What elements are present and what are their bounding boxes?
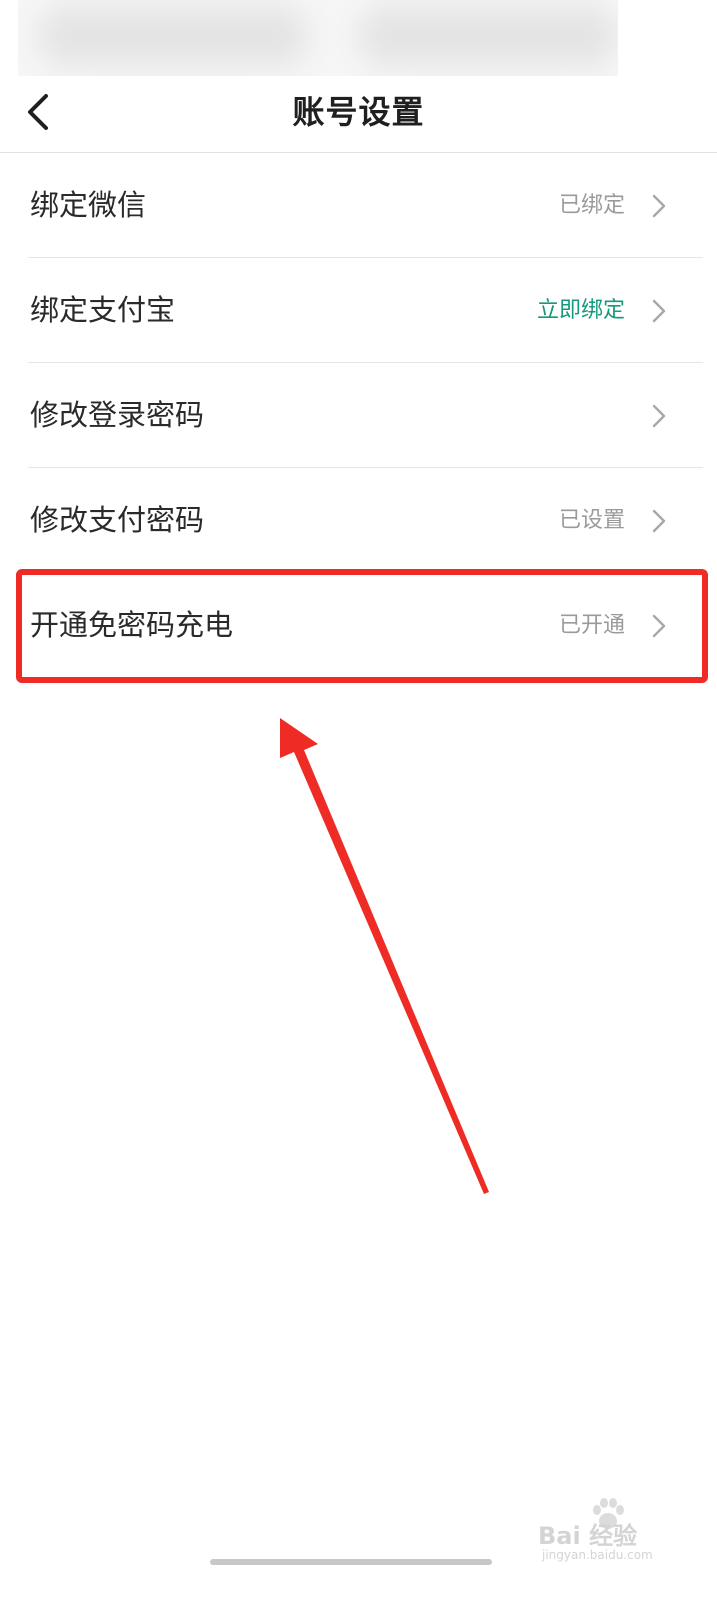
setting-row-change-login-password[interactable]: 修改登录密码 <box>0 363 717 468</box>
setting-status: 已设置 <box>558 508 625 533</box>
setting-label: 修改登录密码 <box>30 398 205 432</box>
watermark-url: jingyan.baidu.com <box>542 1548 653 1562</box>
chevron-right-icon <box>651 508 667 534</box>
annotation-arrow <box>270 710 500 1200</box>
setting-label: 开通免密码充电 <box>30 608 234 642</box>
blurred-content <box>358 6 618 66</box>
account-settings-screen: 账号设置 绑定微信 已绑定 绑定支付宝 立即绑定 修改登录密码 修改支付密码 已… <box>0 0 717 1600</box>
page-title: 账号设置 <box>292 93 425 131</box>
setting-row-bind-wechat[interactable]: 绑定微信 已绑定 <box>0 153 717 258</box>
setting-label: 绑定微信 <box>30 188 147 222</box>
setting-label: 绑定支付宝 <box>30 293 176 327</box>
chevron-right-icon <box>651 403 667 429</box>
baidu-jingyan-watermark: Bai 经验 jingyan.baidu.com <box>538 1494 688 1562</box>
blurred-content <box>38 6 308 66</box>
setting-row-change-payment-password[interactable]: 修改支付密码 已设置 <box>0 468 717 573</box>
setting-status: 已绑定 <box>558 193 625 218</box>
setting-status: 已开通 <box>558 613 625 638</box>
home-indicator[interactable] <box>210 1559 492 1565</box>
bind-now-link[interactable]: 立即绑定 <box>537 258 625 363</box>
setting-row-password-free-charging[interactable]: 开通免密码充电 已开通 <box>0 573 717 678</box>
setting-label: 修改支付密码 <box>30 503 205 537</box>
settings-list: 绑定微信 已绑定 绑定支付宝 立即绑定 修改登录密码 修改支付密码 已设置 开通… <box>0 153 717 678</box>
blurred-status-area <box>18 0 618 76</box>
chevron-right-icon <box>651 193 667 219</box>
chevron-right-icon <box>651 613 667 639</box>
watermark-text: Bai 经验 <box>538 1522 638 1550</box>
chevron-right-icon <box>651 298 667 324</box>
setting-row-bind-alipay[interactable]: 绑定支付宝 立即绑定 <box>0 258 717 363</box>
navigation-bar: 账号设置 <box>0 76 717 153</box>
